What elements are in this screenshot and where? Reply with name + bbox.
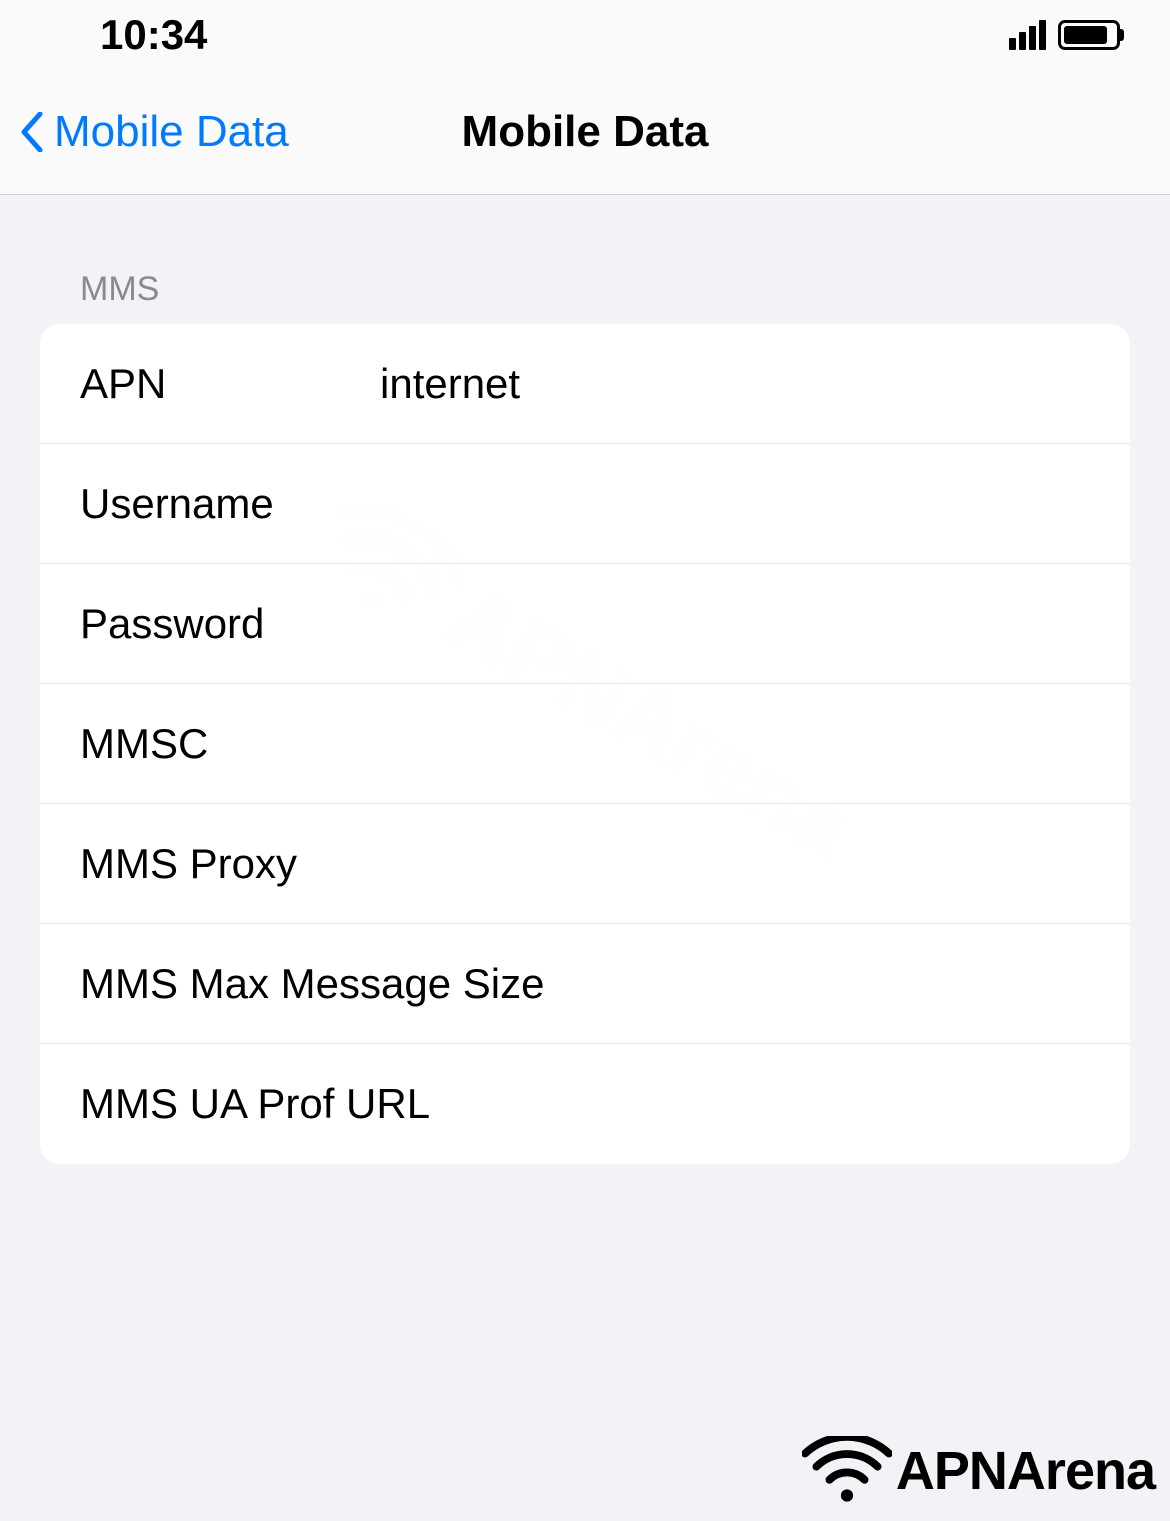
username-row[interactable]: Username bbox=[40, 444, 1130, 564]
apn-row[interactable]: APN bbox=[40, 324, 1130, 444]
content-area: MMS APN Username Password MMSC MMS Proxy… bbox=[0, 195, 1170, 1164]
apn-input[interactable] bbox=[380, 360, 1130, 408]
apn-label: APN bbox=[80, 360, 380, 408]
cellular-signal-icon bbox=[1009, 20, 1046, 50]
status-indicators bbox=[1009, 20, 1120, 50]
back-button[interactable]: Mobile Data bbox=[0, 107, 289, 157]
mms-max-size-label: MMS Max Message Size bbox=[80, 960, 544, 1008]
mms-max-size-input[interactable] bbox=[544, 960, 1130, 1008]
page-title: Mobile Data bbox=[462, 107, 709, 157]
password-row[interactable]: Password bbox=[40, 564, 1130, 684]
mms-ua-prof-row[interactable]: MMS UA Prof URL bbox=[40, 1044, 1130, 1164]
chevron-left-icon bbox=[20, 112, 44, 152]
mms-max-size-row[interactable]: MMS Max Message Size bbox=[40, 924, 1130, 1044]
password-label: Password bbox=[80, 600, 380, 648]
watermark-logo: APNArena bbox=[802, 1436, 1155, 1506]
back-label: Mobile Data bbox=[54, 107, 289, 157]
mms-proxy-row[interactable]: MMS Proxy bbox=[40, 804, 1130, 924]
password-input[interactable] bbox=[380, 600, 1130, 648]
mmsc-label: MMSC bbox=[80, 720, 380, 768]
mmsc-row[interactable]: MMSC bbox=[40, 684, 1130, 804]
mms-ua-prof-input[interactable] bbox=[430, 1080, 1130, 1128]
username-label: Username bbox=[80, 480, 380, 528]
navigation-bar: Mobile Data Mobile Data bbox=[0, 70, 1170, 195]
mms-proxy-input[interactable] bbox=[380, 840, 1130, 888]
mmsc-input[interactable] bbox=[380, 720, 1130, 768]
section-header-mms: MMS bbox=[40, 270, 1130, 309]
mms-settings-group: APN Username Password MMSC MMS Proxy MMS… bbox=[40, 324, 1130, 1164]
mms-proxy-label: MMS Proxy bbox=[80, 840, 380, 888]
username-input[interactable] bbox=[380, 480, 1130, 528]
status-time: 10:34 bbox=[100, 11, 207, 59]
mms-ua-prof-label: MMS UA Prof URL bbox=[80, 1080, 430, 1128]
wifi-icon bbox=[802, 1436, 892, 1506]
status-bar: 10:34 bbox=[0, 0, 1170, 70]
watermark-text: APNArena bbox=[896, 1440, 1155, 1502]
battery-icon bbox=[1058, 20, 1120, 50]
